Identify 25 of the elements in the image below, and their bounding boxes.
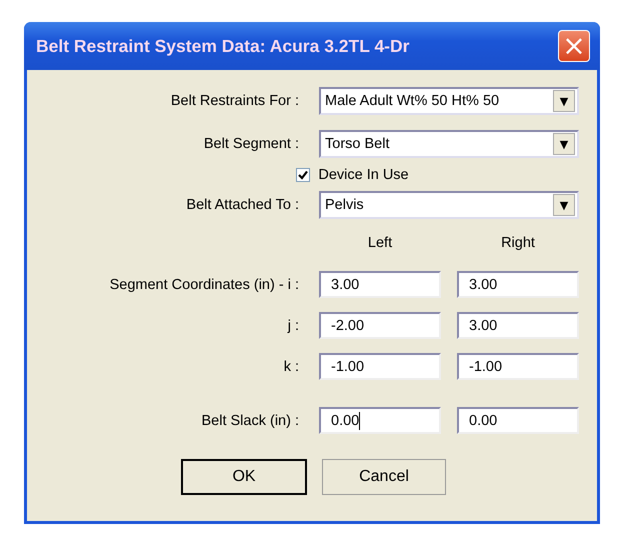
- input-field[interactable]: 3.00: [457, 271, 579, 298]
- dropdown[interactable]: Torso Belt ▼: [319, 130, 579, 158]
- field-label: j :: [286, 318, 300, 334]
- checkbox[interactable]: [296, 168, 310, 182]
- field-label: Belt Segment :: [202, 136, 300, 152]
- window-title: Belt Restraint System Data: Acura 3.2TL 4-Dr: [36, 36, 410, 56]
- field-label: Segment Coordinates (in) - i :: [108, 276, 300, 292]
- dropdown[interactable]: Male Adult Wt% 50 Ht% 50 ▼: [319, 87, 579, 115]
- input-field[interactable]: 0.00: [457, 407, 579, 434]
- column-header: Right: [500, 235, 536, 251]
- input-field[interactable]: 3.00: [457, 312, 579, 339]
- ok-button[interactable]: OK: [181, 459, 307, 495]
- field-label: Belt Slack (in) :: [200, 412, 300, 428]
- dropdown[interactable]: Pelvis ▼: [319, 191, 579, 219]
- input-field[interactable]: -1.00: [319, 353, 441, 380]
- checkbox-label: Device In Use: [318, 167, 409, 183]
- field-label: k :: [282, 358, 300, 374]
- cancel-button[interactable]: Cancel: [322, 459, 446, 495]
- input-field[interactable]: -1.00: [457, 353, 579, 380]
- input-field[interactable]: 3.00: [319, 271, 441, 298]
- column-header: Left: [366, 235, 394, 251]
- field-label: Belt Restraints For :: [170, 93, 300, 109]
- field-label: Belt Attached To :: [185, 197, 300, 213]
- input-field[interactable]: -2.00: [319, 312, 441, 339]
- input-field[interactable]: 0.00: [319, 407, 441, 434]
